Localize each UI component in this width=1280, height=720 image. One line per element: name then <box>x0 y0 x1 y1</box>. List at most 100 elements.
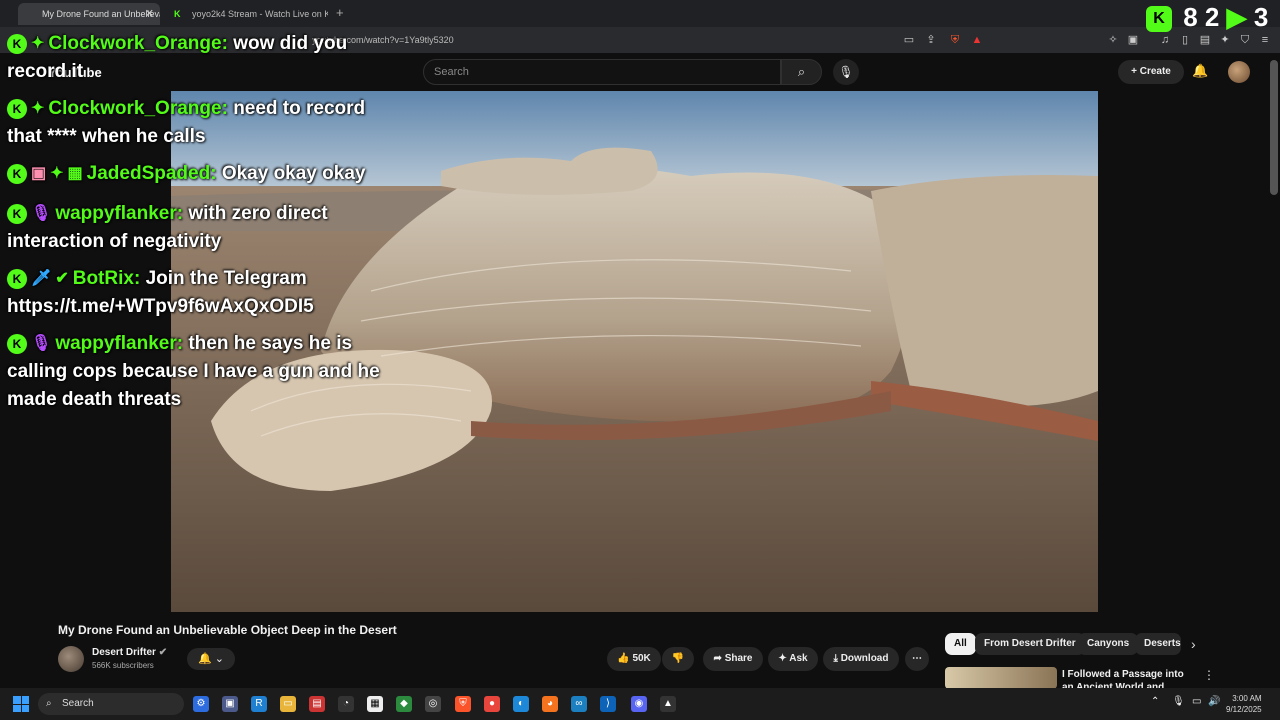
app-icon[interactable]: ▲ <box>660 696 676 712</box>
play-icon: ▶ <box>1226 2 1247 32</box>
sidebar-icon[interactable]: ▯ <box>1178 33 1192 47</box>
page-scrollbar[interactable] <box>1270 60 1278 195</box>
chat-username: Clockwork_Orange: <box>48 33 228 55</box>
file-explorer-icon[interactable]: ▭ <box>280 696 296 712</box>
chat-message: K ✦ Clockwork_Orange: need to record that … <box>7 95 382 151</box>
verified-icon: ✔ <box>158 647 168 658</box>
clock-time: 3:00 AM <box>1232 694 1262 703</box>
vscode-icon[interactable]: ⟩ <box>600 696 616 712</box>
media-icon[interactable]: ♫ <box>1158 33 1172 47</box>
chat-username: wappyflanker: <box>55 333 184 355</box>
app-icon[interactable]: R <box>251 696 267 712</box>
chevron-down-icon: ⌄ <box>214 653 224 665</box>
screenshot-icon[interactable]: ▣ <box>1126 33 1140 47</box>
kick-viewer-counter: K 8 2 ▶ 3 <box>1146 2 1269 33</box>
more-actions-icon[interactable]: ⋯ <box>905 647 929 671</box>
account-avatar[interactable] <box>1228 61 1250 83</box>
chat-text: Okay okay okay <box>221 163 366 185</box>
browser-tab-kick[interactable]: K yoyo2k4 Stream - Watch Live on Kick <box>168 3 328 25</box>
like-button[interactable]: 👍 50K <box>607 647 661 671</box>
channel-name[interactable]: Desert Drifter ✔ <box>92 647 167 658</box>
rewards-icon[interactable]: ▲ <box>970 33 984 47</box>
channel-avatar[interactable] <box>58 646 84 672</box>
firefox-icon[interactable]: ◕ <box>542 696 558 712</box>
chevron-right-icon[interactable]: › <box>1191 636 1196 652</box>
cast-icon[interactable]: ▭ <box>902 33 916 47</box>
viewer-count: 8 2 <box>1183 2 1220 32</box>
network-icon[interactable]: ▭ <box>1192 696 1201 707</box>
volume-icon[interactable]: 🔊 <box>1208 696 1220 707</box>
kick-icon: K <box>7 334 27 354</box>
chat-username: wappyflanker: <box>55 203 184 225</box>
recommended-thumbnail[interactable] <box>945 667 1057 689</box>
app-icon[interactable]: ◆ <box>396 696 412 712</box>
app-icon[interactable]: ◔ <box>338 696 354 712</box>
windows-start-icon[interactable] <box>13 696 29 712</box>
create-button[interactable]: + Create <box>1118 60 1184 84</box>
leo-icon[interactable]: ✦ <box>1218 33 1232 47</box>
taskbar-search-label: Search <box>62 698 94 709</box>
kick-logo-icon: K <box>1146 6 1172 33</box>
wallet-icon[interactable]: ▤ <box>1198 33 1212 47</box>
kebab-menu-icon[interactable]: ⋮ <box>1203 668 1215 682</box>
chip-all[interactable]: All <box>945 633 976 655</box>
vpn-icon[interactable]: ⛉ <box>1238 33 1252 47</box>
chat-username: BotRix: <box>72 268 141 290</box>
tab-label: My Drone Found an Unbelieva... <box>42 9 160 19</box>
channel-name-text: Desert Drifter <box>92 647 156 658</box>
tab-label: yoyo2k4 Stream - Watch Live on Kick <box>192 9 328 19</box>
chrome-icon[interactable]: ● <box>484 696 500 712</box>
mic-badge-icon: 🎙 <box>31 335 52 352</box>
extensions-icon[interactable]: ✧ <box>1106 33 1120 47</box>
discord-icon[interactable]: ◉ <box>631 696 647 712</box>
app-icon[interactable]: ∞ <box>571 696 587 712</box>
notifications-bell-icon[interactable]: 🔔 <box>1192 63 1208 79</box>
chip-canyons[interactable]: Canyons <box>1078 633 1139 655</box>
subscribed-notifications-button[interactable]: 🔔 ⌄ <box>187 648 235 670</box>
app-icon[interactable]: ▦ <box>367 696 383 712</box>
share-label: Share <box>724 653 753 664</box>
new-tab-icon[interactable]: + <box>336 5 344 20</box>
follower-count: 3 <box>1253 2 1269 32</box>
brave-browser-icon[interactable]: ⛨ <box>455 696 471 712</box>
app-icon[interactable]: ◎ <box>425 696 441 712</box>
thumbs-up-icon: 👍 <box>617 653 633 664</box>
chat-username: Clockwork_Orange: <box>48 98 228 120</box>
mic-tray-icon[interactable]: 🎙 <box>1172 696 1185 707</box>
kick-icon: K <box>7 34 27 54</box>
recommended-title[interactable]: I Followed a Passage into an Ancient Wor… <box>1062 668 1192 688</box>
chat-message: K 🎙 wappyflanker: then he says he is calli… <box>7 330 392 414</box>
share-icon[interactable]: ⇪ <box>924 33 938 47</box>
video-title: My Drone Found an Unbelievable Object De… <box>58 623 397 637</box>
sparkle-icon: ✦ <box>778 653 790 664</box>
plus-icon: + <box>1131 66 1140 77</box>
kick-icon: K <box>7 269 27 289</box>
ask-label: Ask <box>789 653 808 664</box>
search-icon[interactable]: ⌕ <box>781 59 822 85</box>
browser-tab-youtube[interactable]: My Drone Found an Unbelieva... ✕ <box>18 3 160 25</box>
close-icon[interactable]: ✕ <box>145 3 154 25</box>
subscriber-count: 566K subscribers <box>92 661 154 670</box>
chip-from-channel[interactable]: From Desert Drifter <box>975 633 1085 655</box>
chip-deserts[interactable]: Deserts <box>1135 633 1181 655</box>
share-button[interactable]: ➦ Share <box>703 647 763 671</box>
ask-button[interactable]: ✦ Ask <box>768 647 818 671</box>
dislike-button[interactable]: 👎 <box>662 647 694 671</box>
browser-tab-strip: My Drone Found an Unbelieva... ✕ K yoyo2… <box>0 0 1280 27</box>
tray-chevron-up-icon[interactable]: ⌃ <box>1151 696 1159 707</box>
edge-icon[interactable]: ◐ <box>513 696 529 712</box>
taskbar-search[interactable]: ⌕ Search <box>38 693 184 715</box>
voice-search-icon[interactable]: 🎙 <box>833 59 859 85</box>
app-icon[interactable]: ▣ <box>222 696 238 712</box>
clock-date: 9/12/2025 <box>1226 705 1262 714</box>
download-button[interactable]: ⤓ Download <box>823 647 899 671</box>
create-label: Create <box>1139 66 1171 77</box>
bell-icon: 🔔 <box>198 653 212 665</box>
system-clock[interactable]: 3:00 AM 9/12/2025 <box>1226 693 1262 715</box>
search-input[interactable]: Search <box>423 59 781 85</box>
app-icon[interactable]: ▤ <box>309 696 325 712</box>
sparkle-badge-icon: ✦ <box>31 35 45 52</box>
menu-icon[interactable]: ≡ <box>1258 33 1272 47</box>
task-view-icon[interactable]: ⚙ <box>193 696 209 712</box>
brave-shield-icon[interactable]: ⛨ <box>948 33 962 47</box>
